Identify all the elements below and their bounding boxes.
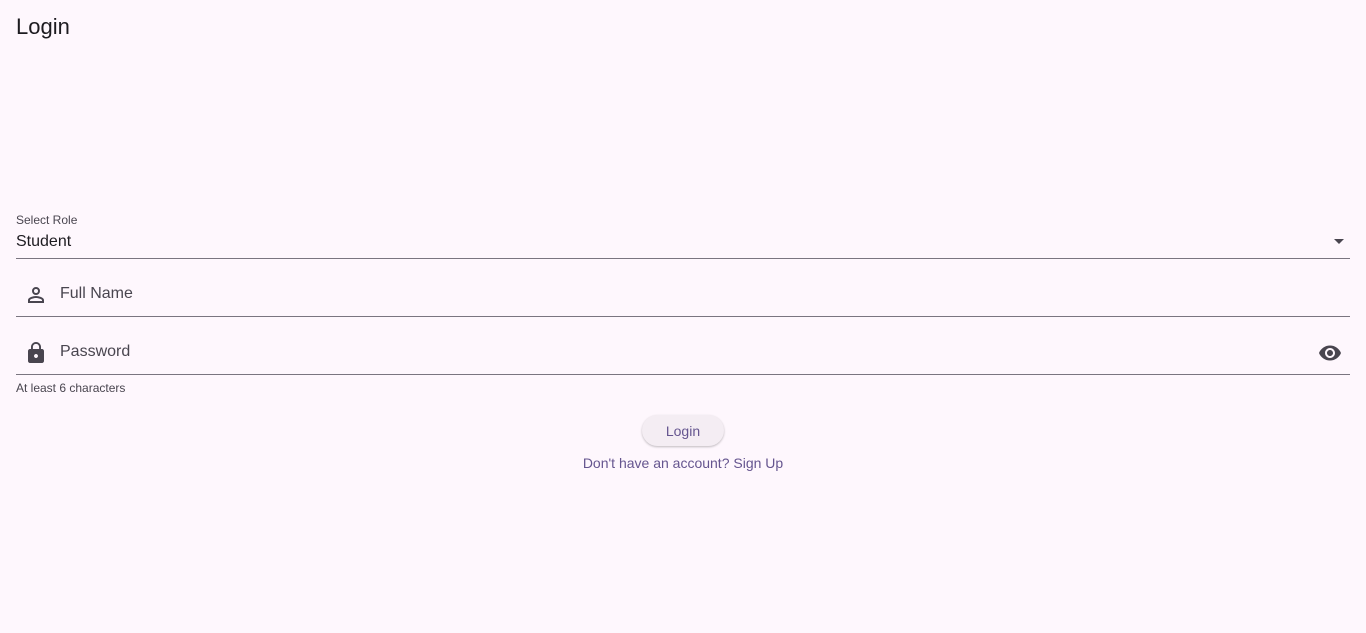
login-button[interactable]: Login <box>642 415 724 446</box>
lock-icon <box>28 342 44 363</box>
role-label: Select Role <box>16 213 78 227</box>
eye-icon[interactable] <box>1318 341 1342 365</box>
full-name-input[interactable] <box>60 281 1290 307</box>
role-dropdown[interactable]: Select Role Student <box>16 211 1350 259</box>
signup-link[interactable]: Don't have an account? Sign Up <box>0 455 1366 471</box>
password-input[interactable] <box>60 339 1290 365</box>
login-form: Select Role Student At least 6 character… <box>16 211 1350 395</box>
person-outline-icon <box>28 287 44 303</box>
role-value[interactable]: Student <box>16 233 71 251</box>
password-field[interactable] <box>16 317 1350 375</box>
full-name-field[interactable] <box>16 259 1350 317</box>
password-helper-text: At least 6 characters <box>16 381 126 395</box>
page-title: Login <box>16 14 70 39</box>
dropdown-arrow-icon[interactable] <box>1334 239 1344 244</box>
